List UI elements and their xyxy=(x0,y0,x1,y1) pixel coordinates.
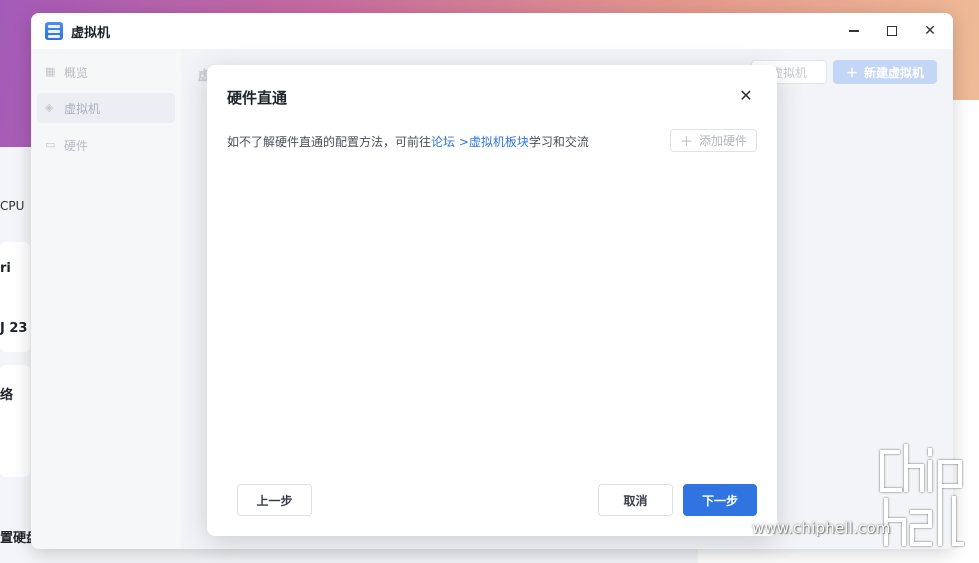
new-vm-label: 新建虚拟机 xyxy=(864,65,925,80)
add-hardware-label: 添加硬件 xyxy=(699,134,748,148)
add-hardware-button[interactable]: ＋ 添加硬件 xyxy=(670,129,757,152)
vm-app-icon xyxy=(45,22,63,40)
next-step-button[interactable]: 下一步 xyxy=(683,484,757,516)
sidebar-item-label: 虚拟机 xyxy=(64,101,101,116)
sidebar-item-vm[interactable]: ◈ 虚拟机 xyxy=(37,93,175,123)
dialog-title: 硬件直通 xyxy=(227,89,288,107)
cube-icon: ◈ xyxy=(45,101,54,114)
sidebar-item-label: 硬件 xyxy=(64,138,89,153)
window-titlebar[interactable]: 虚拟机 ✕ xyxy=(31,13,953,49)
forum-link[interactable]: 论坛 >虚拟机板块 xyxy=(431,135,529,149)
prev-step-button[interactable]: 上一步 xyxy=(237,484,312,516)
info-suffix: 学习和交流 xyxy=(528,135,589,149)
sidebar: ▦ 概览 ◈ 虚拟机 ▭ 硬件 xyxy=(31,49,181,549)
minimize-icon[interactable] xyxy=(835,13,873,49)
close-icon[interactable]: ✕ xyxy=(737,87,755,105)
drive-icon: ▭ xyxy=(45,138,56,151)
new-vm-button[interactable]: ＋ 新建虚拟机 xyxy=(833,60,937,84)
maximize-icon[interactable] xyxy=(873,13,911,49)
plus-icon: ＋ xyxy=(845,65,858,80)
cancel-button[interactable]: 取消 xyxy=(598,484,673,516)
close-icon[interactable]: ✕ xyxy=(911,13,949,49)
window-title: 虚拟机 xyxy=(71,25,111,41)
sidebar-item-hardware[interactable]: ▭ 硬件 xyxy=(37,130,175,160)
sidebar-item-label: 概览 xyxy=(64,65,89,80)
chiphell-logo xyxy=(880,444,964,546)
sidebar-item-overview[interactable]: ▦ 概览 xyxy=(37,57,175,87)
bg-card xyxy=(0,365,30,477)
plus-icon: ＋ xyxy=(679,135,693,150)
grid-icon: ▦ xyxy=(45,65,56,78)
watermark-url: www.chiphell.com xyxy=(752,519,891,537)
dialog-info: 如不了解硬件直通的配置方法，可前往论坛 >虚拟机板块学习和交流 xyxy=(227,133,589,150)
info-prefix: 如不了解硬件直通的配置方法，可前往 xyxy=(227,135,432,149)
hardware-passthrough-dialog: 硬件直通 ✕ 如不了解硬件直通的配置方法，可前往论坛 >虚拟机板块学习和交流 ＋… xyxy=(207,65,777,536)
bg-label-network: 络 xyxy=(0,388,14,403)
bg-label-cpu: CPU xyxy=(0,199,25,213)
bg-label-ri: ri xyxy=(0,261,11,276)
